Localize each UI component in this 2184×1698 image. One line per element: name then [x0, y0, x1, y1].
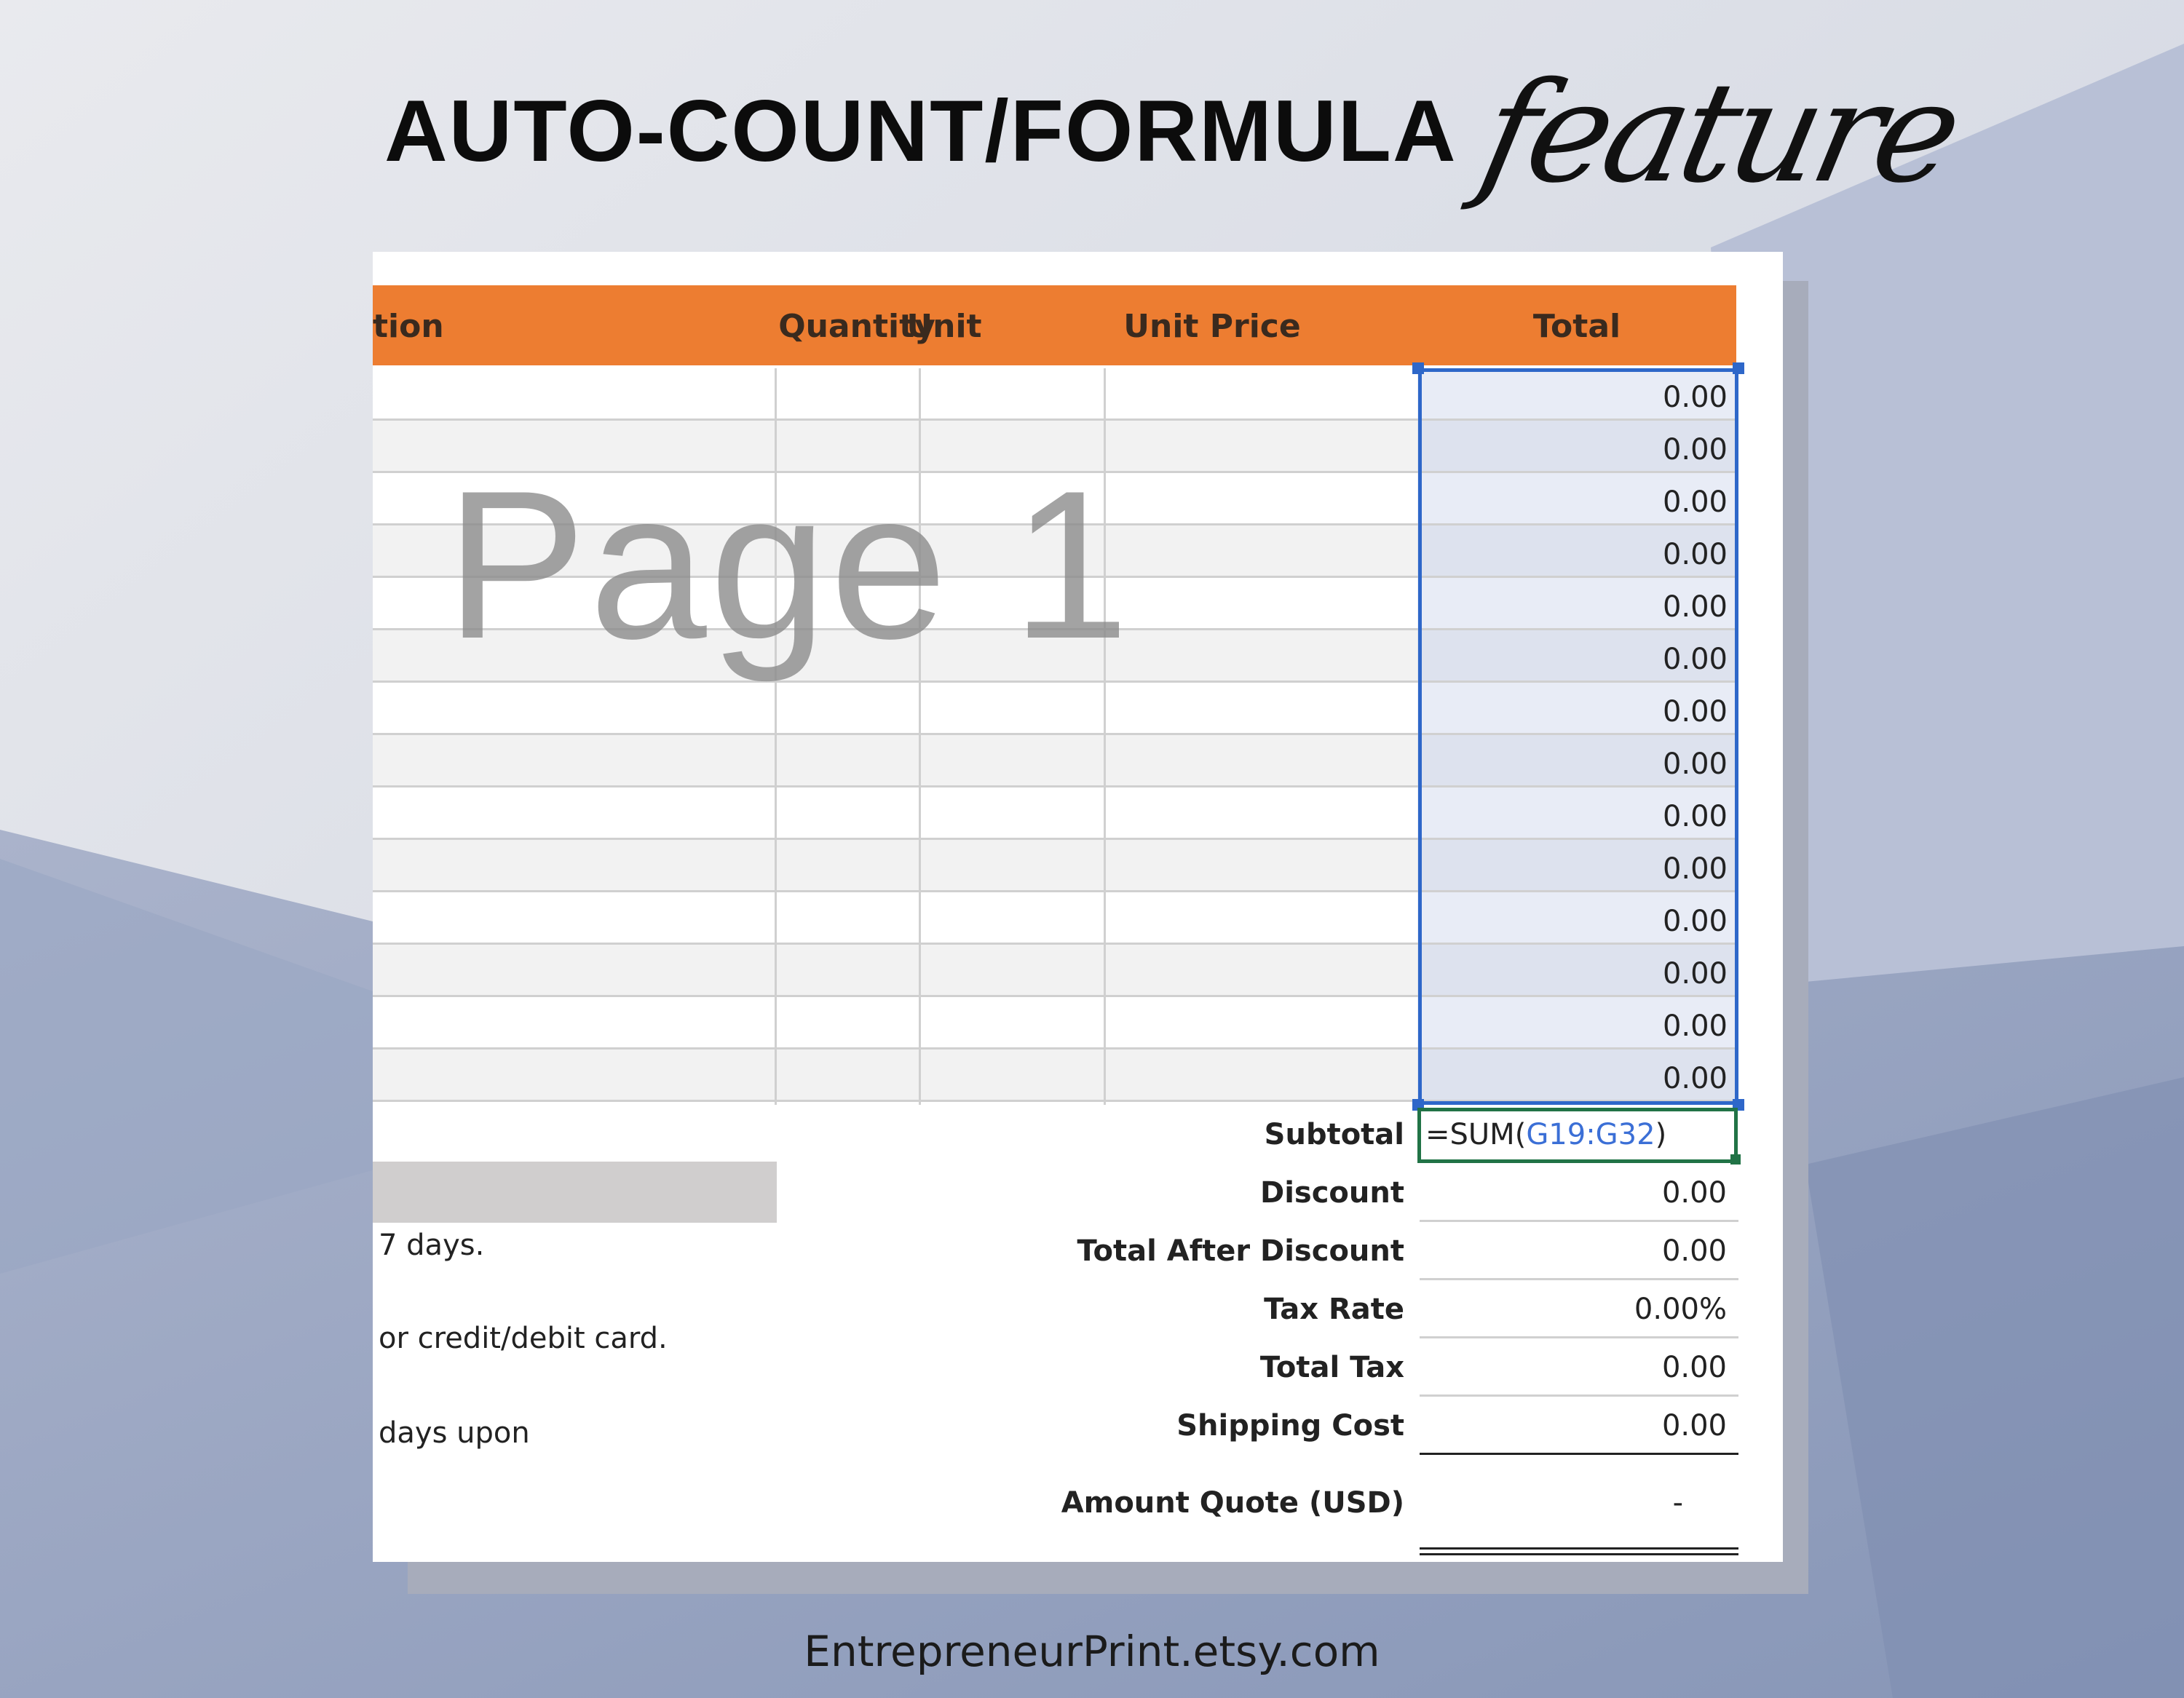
subtotal-label: Subtotal	[1264, 1118, 1404, 1151]
shipping-cost-label: Shipping Cost	[1176, 1409, 1404, 1443]
formula-suffix: )	[1655, 1118, 1667, 1151]
tax-rate-value[interactable]: 0.00%	[1421, 1293, 1727, 1326]
row-divider	[1420, 1336, 1738, 1338]
footer-shop-url[interactable]: EntrepreneurPrint.etsy.com	[0, 1627, 2184, 1676]
double-underline	[1420, 1547, 1738, 1550]
spreadsheet-preview: tion Quantity Unit Unit Price Total 0.00…	[373, 252, 1783, 1562]
col-header-unit-price[interactable]: Unit Price	[1030, 285, 1394, 365]
row-divider	[1420, 1278, 1738, 1280]
table-header: tion Quantity Unit Unit Price Total	[373, 285, 1736, 365]
fill-handle[interactable]	[1730, 1154, 1741, 1165]
col-header-unit[interactable]: Unit	[853, 285, 1035, 365]
notes-header-bar	[373, 1162, 777, 1223]
subtotal-formula-cell[interactable]: =SUM(G19:G32)	[1417, 1108, 1738, 1163]
total-tax-value[interactable]: 0.00	[1421, 1351, 1727, 1384]
note-line: or credit/debit card.	[379, 1322, 668, 1355]
note-line: days upon	[379, 1416, 530, 1450]
selection-range[interactable]	[1418, 368, 1738, 1105]
double-underline	[1420, 1553, 1738, 1555]
tax-rate-label: Tax Rate	[1264, 1293, 1404, 1326]
row-divider	[1420, 1453, 1738, 1455]
page-watermark: Page 1	[446, 447, 1133, 683]
discount-label: Discount	[1260, 1176, 1404, 1210]
amount-quote-label: Amount Quote (USD)	[1061, 1486, 1404, 1520]
col-header-total[interactable]: Total	[1417, 285, 1736, 365]
discount-value[interactable]: 0.00	[1421, 1176, 1727, 1210]
shipping-cost-value[interactable]: 0.00	[1421, 1409, 1727, 1443]
row-divider	[1420, 1220, 1738, 1222]
formula-prefix: =SUM(	[1425, 1118, 1527, 1151]
selection-handle[interactable]	[1412, 362, 1424, 374]
headline-title: AUTO-COUNT/FORMULA	[384, 82, 1457, 180]
selection-handle[interactable]	[1733, 362, 1744, 374]
note-line: 7 days.	[379, 1229, 485, 1262]
total-after-discount-value[interactable]: 0.00	[1421, 1234, 1727, 1268]
amount-quote-value[interactable]: -	[1421, 1486, 1727, 1520]
row-divider	[1420, 1394, 1738, 1397]
total-after-discount-label: Total After Discount	[1077, 1234, 1404, 1268]
formula-range-ref: G19:G32	[1526, 1118, 1655, 1151]
total-tax-label: Total Tax	[1259, 1351, 1404, 1384]
col-header-description[interactable]: tion	[373, 285, 446, 365]
headline-script-word: feature	[1468, 52, 1970, 213]
